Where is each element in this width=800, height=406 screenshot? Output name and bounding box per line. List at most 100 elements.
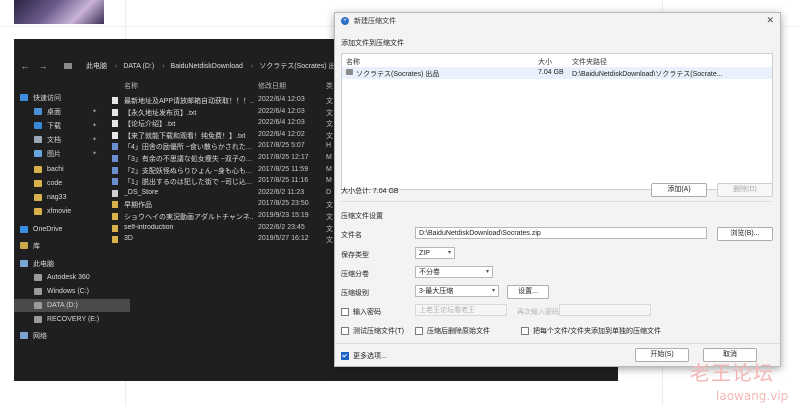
file-name: 「1」脱出するのは犯した街で ~司じ込... (124, 179, 252, 187)
column-header-size[interactable]: 大小 (538, 57, 552, 67)
text-file-icon (112, 131, 118, 139)
file-name: 【来了就能下载和观看！纯免费！】.txt (124, 132, 246, 140)
checkbox-box (341, 327, 349, 335)
pin-icon: ✦ (92, 109, 98, 115)
file-name: 3D (124, 235, 133, 243)
new-archive-dialog: + 新建压缩文件 ✕ 添加文件到压缩文件 名称 大小 文件夹路径 ソクラテス(S… (334, 12, 781, 367)
close-icon[interactable]: ✕ (766, 15, 774, 26)
section-divider (341, 201, 771, 202)
sidebar-item-label: code (47, 180, 63, 187)
file-date: 2019/5/27 16:12 (258, 235, 309, 243)
column-header-path[interactable]: 文件夹路径 (572, 57, 607, 67)
chevron-down-icon: ▾ (491, 288, 495, 294)
sidebar-item[interactable]: 网络 (14, 329, 116, 342)
pin-icon: ✦ (92, 151, 98, 157)
more-options-checkbox[interactable]: 更多选项... (341, 351, 387, 361)
folder-icon (112, 236, 118, 244)
back-arrow-icon[interactable]: ← (18, 61, 32, 71)
file-type: 文 (326, 202, 333, 210)
star-icon (20, 94, 28, 101)
password-confirm-label: 再次输入密码 (517, 309, 559, 316)
computer-icon (20, 260, 28, 267)
media-file-icon (112, 178, 118, 186)
file-date: 2017/8/25 23:50 (258, 200, 309, 208)
footer-divider (335, 343, 780, 344)
sidebar-item-label: OneDrive (33, 226, 63, 233)
breadcrumb-item[interactable]: 此电脑 (86, 61, 107, 71)
sidebar-item-label: nag33 (47, 194, 67, 201)
test-archive-checkbox[interactable]: 测试压缩文件(T) (341, 326, 404, 336)
file-date: 2022/6/4 12:03 (258, 96, 305, 103)
sidebar-item[interactable]: OneDrive (14, 223, 116, 236)
password-checkbox[interactable]: 输入密码 (341, 307, 381, 317)
file-name: 最新地址及APP请放邮箱自动获取！！！... (124, 98, 254, 105)
password-input[interactable]: 上老王论坛看老王 (415, 304, 507, 316)
library-icon (20, 242, 28, 249)
breadcrumb-item[interactable]: DATA (D:) (123, 63, 154, 70)
level-select-value: 3-最大压缩 (419, 288, 454, 295)
checkbox-box (341, 308, 349, 316)
watermark-logo-text: 老王论坛 (690, 361, 774, 385)
file-type: 文 (326, 225, 333, 233)
sidebar-item[interactable]: 快速访问 (14, 91, 116, 104)
column-header-name[interactable]: 名称 (124, 81, 138, 93)
file-name: self-introduction (124, 223, 174, 231)
file-type: 文 (326, 109, 333, 117)
format-select[interactable]: ZIP ▾ (415, 247, 455, 259)
separate-archives-checkbox[interactable]: 把每个文件/文件夹添加到单独的压缩文件 (521, 326, 661, 336)
archive-list-row[interactable]: ソクラテス(Socrates) 出品 7.04 GB D:\BaiduNetdi… (342, 67, 772, 79)
file-name: ショウヘイの実況動画アダルトチャンネ... (124, 214, 254, 221)
watermark-url-text: laowang.vip (716, 389, 789, 403)
browse-button[interactable]: 浏览(B)... (717, 227, 773, 241)
file-name: 【论坛介绍】.txt (124, 121, 176, 129)
password-confirm-input[interactable] (559, 304, 651, 316)
sidebar-item[interactable]: 此电脑 (14, 257, 116, 270)
file-date: 2022/6/4 12:02 (258, 130, 305, 138)
split-volume-select[interactable]: 不分卷 ▾ (415, 266, 493, 278)
file-date: 2017/8/25 11:59 (258, 165, 309, 173)
navigation-pane: 快速访问 桌面 ✦ 下载 ✦ 文档 ✦ 图片 ✦ bachi code nag33 xfmovie One… (14, 87, 130, 381)
sidebar-item-label: 下载 (47, 122, 61, 130)
format-label: 保存类型 (341, 252, 369, 259)
file-type: 文 (326, 121, 333, 129)
test-archive-label: 测试压缩文件(T) (353, 328, 404, 335)
column-header-name[interactable]: 名称 (346, 57, 360, 67)
file-type: M (326, 165, 332, 173)
sidebar-item-label: xfmovie (47, 208, 72, 215)
forward-arrow-icon[interactable]: → (36, 61, 50, 71)
sidebar-item[interactable]: RECOVERY (E:) (14, 313, 130, 326)
file-name: _DS_Store (124, 188, 159, 196)
settings-button[interactable]: 设置... (507, 285, 549, 299)
drive-icon (34, 316, 42, 323)
file-date: 2022/6/4 12:03 (258, 119, 305, 127)
column-header-type[interactable]: 类 (326, 81, 333, 93)
archive-row-size: 7.04 GB (538, 69, 564, 76)
sidebar-item[interactable]: 库 (14, 239, 116, 252)
dialog-title: 新建压缩文件 (354, 17, 396, 25)
file-type: M (326, 154, 332, 161)
file-type: 文 (326, 98, 333, 105)
delete-after-checkbox[interactable]: 压缩后删除原始文件 (415, 326, 490, 336)
text-file-icon (112, 97, 118, 104)
start-button[interactable]: 开始(S) (635, 348, 689, 362)
compression-level-select[interactable]: 3-最大压缩 ▾ (415, 285, 499, 297)
sidebar-item[interactable]: Autodesk 360 (14, 271, 130, 284)
file-type: D (326, 188, 332, 196)
sidebar-item[interactable]: DATA (D:) (14, 299, 130, 312)
sidebar-item-label: 桌面 (47, 108, 61, 116)
delete-button[interactable]: 删除(D) (717, 183, 773, 197)
sidebar-item-label: DATA (D:) (47, 302, 78, 309)
chevron-down-icon: ▾ (485, 269, 489, 275)
sidebar-item-label: 快速访问 (33, 94, 61, 102)
add-button[interactable]: 添加(A) (651, 183, 707, 197)
column-header-date[interactable]: 修改日期 (258, 81, 286, 93)
folder-icon (64, 63, 72, 69)
sidebar-item-label: 此电脑 (33, 260, 54, 268)
filename-input[interactable]: D:\BaiduNetdiskDownload\Socrates.zip (415, 227, 707, 239)
sidebar-item[interactable]: Windows (C:) (14, 285, 130, 298)
cloud-icon (20, 226, 28, 233)
breadcrumb-item[interactable]: ソクラテス(Socrates) 出品 (259, 61, 342, 71)
archive-row-path: D:\BaiduNetdiskDownload\ソクラテス(Socrate... (572, 71, 723, 78)
breadcrumb-item[interactable]: BaiduNetdiskDownload (171, 63, 243, 70)
sidebar-item-label: 网络 (33, 332, 47, 340)
